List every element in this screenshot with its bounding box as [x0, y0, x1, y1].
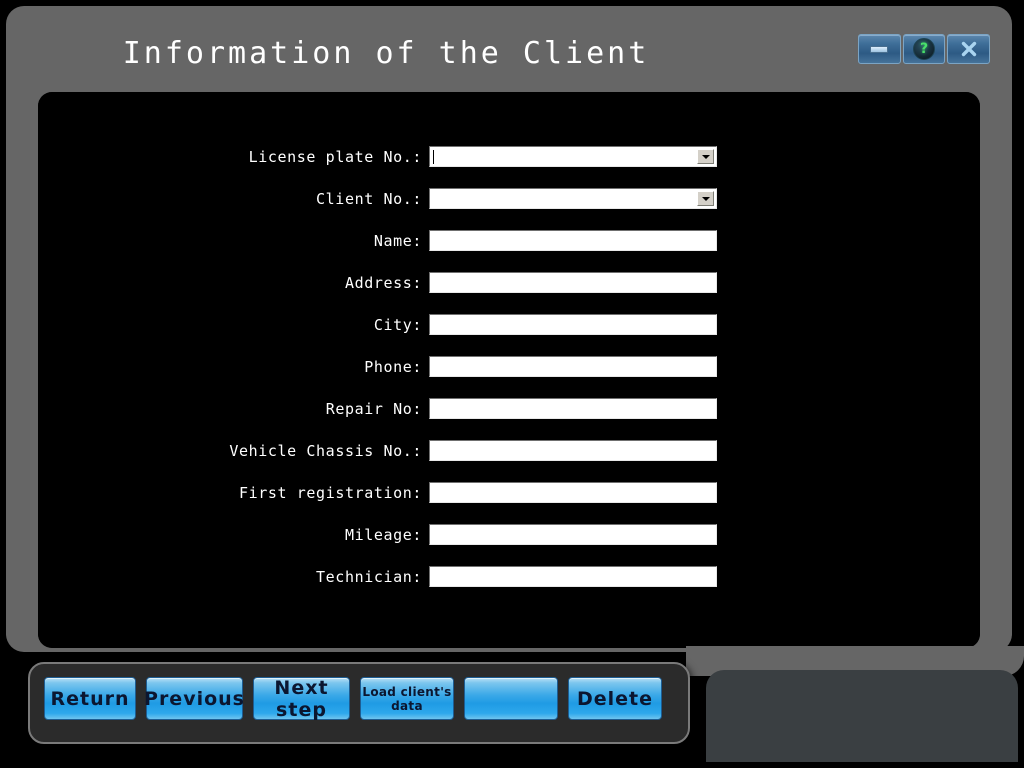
input-technician[interactable] — [429, 566, 717, 587]
chevron-down-icon — [701, 154, 710, 159]
close-icon — [959, 39, 979, 59]
label-repair-no: Repair No: — [325, 399, 422, 418]
license-plate-dropdown-button[interactable] — [697, 149, 714, 164]
delete-button[interactable]: Delete — [568, 677, 662, 720]
app-window: Information of the Client ? License plat… — [0, 0, 1024, 768]
client-form: License plate No.: Client No.: Name: Add… — [38, 144, 980, 606]
label-city: City: — [373, 315, 422, 334]
window-controls: ? — [858, 34, 991, 64]
field-row-city: City: — [38, 312, 980, 337]
input-vehicle-chassis-no[interactable] — [429, 440, 717, 461]
close-button[interactable] — [947, 34, 991, 64]
chevron-down-icon — [701, 196, 710, 201]
minimize-button[interactable] — [858, 34, 901, 64]
field-row-first-registration: First registration: — [38, 480, 980, 505]
button-tray-row: Return Previous Next step Load client's … — [44, 677, 662, 721]
load-clients-data-button[interactable]: Load client's data — [360, 677, 454, 720]
field-row-vehicle-chassis-no: Vehicle Chassis No.: — [38, 438, 980, 463]
field-row-license-plate: License plate No.: — [38, 144, 980, 169]
client-no-dropdown-button[interactable] — [697, 191, 714, 206]
field-row-phone: Phone: — [38, 354, 980, 379]
field-row-repair-no: Repair No: — [38, 396, 980, 421]
label-first-registration: First registration: — [239, 483, 422, 502]
input-license-plate[interactable] — [429, 146, 717, 167]
text-caret — [433, 150, 434, 164]
content-panel: License plate No.: Client No.: Name: Add… — [38, 92, 980, 648]
button-tray: Return Previous Next step Load client's … — [28, 662, 690, 744]
field-row-name: Name: — [38, 228, 980, 253]
label-client-no: Client No.: — [316, 189, 422, 208]
label-address: Address: — [344, 273, 422, 292]
input-city[interactable] — [429, 314, 717, 335]
bottom-right-panel — [706, 670, 1018, 762]
page-title: Information of the Client — [122, 36, 650, 71]
window-bezel: Information of the Client ? License plat… — [6, 6, 1012, 652]
label-mileage: Mileage: — [344, 525, 422, 544]
label-vehicle-chassis-no: Vehicle Chassis No.: — [229, 441, 422, 460]
input-first-registration[interactable] — [429, 482, 717, 503]
previous-button[interactable]: Previous — [144, 677, 244, 720]
label-phone: Phone: — [364, 357, 422, 376]
label-license-plate: License plate No.: — [248, 147, 422, 166]
next-step-button[interactable]: Next step — [253, 677, 350, 721]
help-icon: ? — [913, 38, 935, 60]
return-button[interactable]: Return — [44, 677, 136, 720]
input-mileage[interactable] — [429, 524, 717, 545]
input-client-no[interactable] — [429, 188, 717, 209]
label-technician: Technician: — [316, 567, 422, 586]
input-name[interactable] — [429, 230, 717, 251]
input-phone[interactable] — [429, 356, 717, 377]
blank-button[interactable] — [464, 677, 558, 720]
field-row-client-no: Client No.: — [38, 186, 980, 211]
minimize-icon — [870, 45, 889, 53]
input-address[interactable] — [429, 272, 717, 293]
label-name: Name: — [373, 231, 422, 250]
input-repair-no[interactable] — [429, 398, 717, 419]
field-row-mileage: Mileage: — [38, 522, 980, 547]
field-row-technician: Technician: — [38, 564, 980, 589]
help-button[interactable]: ? — [902, 34, 946, 64]
field-row-address: Address: — [38, 270, 980, 295]
